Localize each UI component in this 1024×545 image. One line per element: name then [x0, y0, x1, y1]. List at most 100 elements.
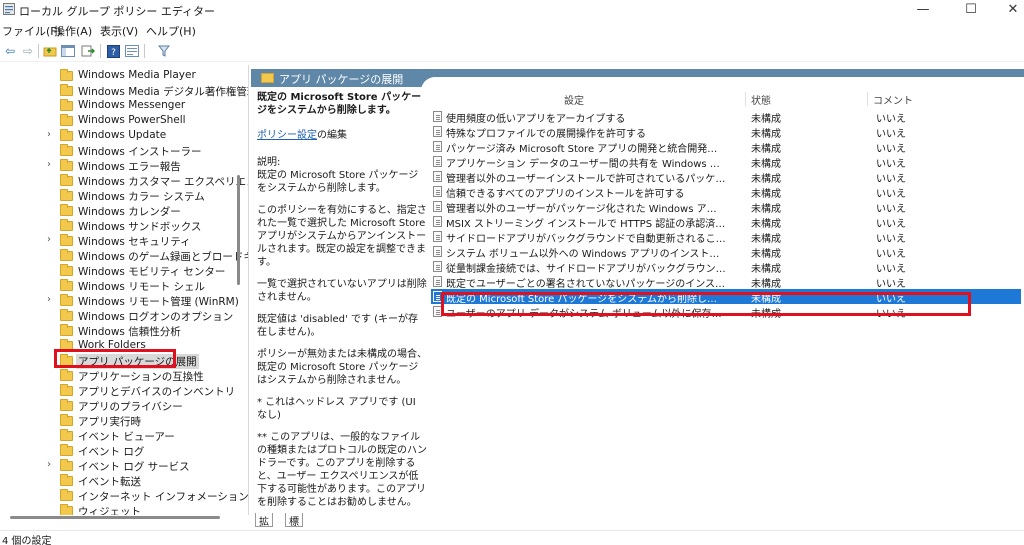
close-button[interactable]: ✕	[990, 0, 1024, 19]
folder-icon	[60, 144, 73, 156]
tree-item[interactable]: ウィジェット	[0, 504, 240, 515]
tree-item[interactable]: Windows カスタマー エクスペリエンス向	[0, 174, 248, 189]
policy-state: 未構成	[751, 219, 781, 230]
tree-item[interactable]: Windows Media Player	[0, 69, 240, 84]
folder-icon	[60, 444, 73, 456]
back-arrow-icon[interactable]: ⇦	[2, 43, 18, 59]
tree-item[interactable]: › イベント ログ サービス	[0, 459, 240, 474]
column-header-state[interactable]: 状態	[751, 92, 771, 107]
tree-item-label: Windows Update	[78, 129, 167, 141]
column-header-setting[interactable]: 設定	[564, 92, 584, 107]
policy-setting-icon	[433, 231, 442, 242]
tree-item-label: イベント転送	[78, 476, 141, 488]
maximize-button[interactable]: ☐	[948, 0, 994, 19]
up-folder-icon[interactable]	[42, 43, 58, 59]
tree-item[interactable]: Windows モビリティ センター	[0, 264, 240, 279]
tree-item[interactable]: › Windows エラー報告	[0, 159, 240, 174]
tree-item[interactable]: Windows カレンダー	[0, 204, 240, 219]
forward-arrow-icon[interactable]: ⇨	[20, 43, 36, 59]
policy-row[interactable]: パッケージ済み Microsoft Store アプリの開発と統合開発環境 (I…	[431, 139, 1021, 155]
tree-item[interactable]: Windows サンドボックス	[0, 219, 240, 234]
policy-row[interactable]: 既定でユーザーごとの署名されていないパッケージのインストールを許... 未構成 いい…	[431, 274, 1021, 290]
policy-row[interactable]: サイドロードアプリがバックグラウンドで自動更新されることを許可しない 未構成 いいえ	[431, 229, 1021, 245]
title-bar: ローカル グループ ポリシー エディター — ☐ ✕	[0, 0, 1024, 19]
policy-row[interactable]: 管理者以外のユーザーがパッケージ化された Windows アプリをイン... 未構…	[431, 199, 1021, 215]
policy-row[interactable]: 従量制課金接続では、サイドロードアプリがバックグラウンドで自動更... 未構成 いい…	[431, 259, 1021, 275]
tree-item-label: イベント ログ	[78, 446, 145, 458]
policy-state: 未構成	[751, 279, 781, 290]
folder-icon	[60, 489, 73, 501]
tree-item[interactable]: イベント ログ	[0, 444, 240, 459]
description-body-4: 既定値は 'disabled' です (キーが存在しません)。	[257, 314, 419, 338]
policy-row[interactable]: 管理者以外のユーザーインストールで許可されているパッケージ ファミ... 未構成 い…	[431, 169, 1021, 185]
status-text: 4 個の設定	[2, 536, 52, 545]
policy-comment: いいえ	[876, 204, 906, 215]
tree-vertical-scrollbar[interactable]	[237, 175, 240, 285]
menu-help[interactable]: ヘルプ(H)	[146, 23, 196, 39]
folder-icon	[60, 279, 73, 291]
policy-state: 未構成	[751, 234, 781, 245]
help-icon[interactable]: ?	[105, 43, 121, 59]
menu-action[interactable]: 操作(A)	[54, 23, 92, 39]
show-hide-tree-icon[interactable]	[60, 43, 76, 59]
policy-comment: いいえ	[876, 159, 906, 170]
tree-horizontal-scrollbar[interactable]	[10, 516, 220, 519]
folder-icon	[60, 474, 73, 486]
tree-item[interactable]: アプリケーションの互換性	[0, 369, 240, 384]
tree-item[interactable]: イベント ビューアー	[0, 429, 240, 444]
policy-setting-icon	[433, 201, 442, 212]
chevron-right-icon[interactable]: ›	[47, 294, 57, 305]
tree-item-label: インターネット インフォメーション サービス	[78, 491, 249, 503]
menu-view[interactable]: 表示(V)	[100, 23, 138, 39]
tree-item[interactable]: › Windows セキュリティ	[0, 234, 240, 249]
filter-icon[interactable]	[156, 43, 172, 59]
chevron-right-icon[interactable]: ›	[47, 234, 57, 245]
tab-extended[interactable]: 拡張	[255, 513, 273, 543]
tree-item[interactable]: Windows インストーラー	[0, 144, 240, 159]
edit-policy-link[interactable]: ポリシー設定	[257, 130, 317, 141]
chevron-right-icon[interactable]: ›	[47, 129, 57, 140]
tree-item[interactable]: Windows Messenger	[0, 99, 240, 114]
column-header-comment[interactable]: コメント	[873, 92, 913, 107]
tree-item[interactable]: › Windows Update	[0, 129, 240, 144]
policy-row[interactable]: システム ボリューム以外への Windows アプリのインストールを無効に...…	[431, 244, 1021, 260]
tree-item[interactable]: Windows PowerShell	[0, 114, 240, 129]
folder-icon	[60, 459, 73, 471]
policy-row[interactable]: 使用頻度の低いアプリをアーカイブする 未構成 いいえ	[431, 109, 1021, 125]
tree-item[interactable]: › Windows リモート管理 (WinRM)	[0, 294, 240, 309]
menu-file[interactable]: ファイル(F)	[2, 23, 61, 39]
tree-item[interactable]: アプリ実行時	[0, 414, 240, 429]
tree-item[interactable]: Windows ログオンのオプション	[0, 309, 240, 324]
minimize-button[interactable]: —	[900, 0, 946, 19]
tree-item[interactable]: Windows のゲーム録画とブロードキャスト	[0, 249, 248, 264]
folder-icon	[60, 369, 73, 381]
policy-state: 未構成	[751, 189, 781, 200]
policy-setting-icon	[433, 186, 442, 197]
policy-name: サイドロードアプリがバックグラウンドで自動更新されることを許可しない	[446, 234, 726, 245]
tree-item[interactable]: アプリとデバイスのインベントリ	[0, 384, 240, 399]
tree-item[interactable]: インターネット インフォメーション サービス	[0, 489, 248, 504]
policy-comment: いいえ	[876, 249, 906, 260]
policy-row[interactable]: 信頼できるすべてのアプリのインストールを許可する 未構成 いいえ	[431, 184, 1021, 200]
tree-item-label: アプリ実行時	[78, 416, 141, 428]
policy-row[interactable]: 特殊なプロファイルでの展開操作を許可する 未構成 いいえ	[431, 124, 1021, 140]
policy-row[interactable]: MSIX ストリーミング インストールで HTTPS 認証の承認済みドメインを.…	[431, 214, 1021, 230]
tree-item-label: イベント ログ サービス	[78, 461, 190, 473]
export-list-icon[interactable]	[80, 43, 96, 59]
chevron-right-icon[interactable]: ›	[47, 159, 57, 170]
properties-icon[interactable]	[124, 43, 140, 59]
policy-name: 信頼できるすべてのアプリのインストールを許可する	[446, 189, 685, 200]
policy-row[interactable]: アプリケーション データのユーザー間の共有を Windows アプリに許可...…	[431, 154, 1021, 170]
tree-item[interactable]: Windows カラー システム	[0, 189, 240, 204]
folder-icon	[60, 294, 73, 306]
svg-text:?: ?	[111, 48, 116, 58]
policy-tree[interactable]: Windows Media Player Windows Media デジタル著作…	[0, 65, 249, 515]
chevron-right-icon[interactable]: ›	[47, 459, 57, 470]
policy-state: 未構成	[751, 144, 781, 155]
tab-standard[interactable]: 標準	[285, 513, 303, 543]
tree-item[interactable]: Windows リモート シェル	[0, 279, 240, 294]
tree-item[interactable]: アプリのプライバシー	[0, 399, 240, 414]
tree-item[interactable]: Windows 信頼性分析	[0, 324, 240, 339]
tree-item[interactable]: Windows Media デジタル著作権管理	[0, 84, 248, 99]
tree-item[interactable]: イベント転送	[0, 474, 240, 489]
